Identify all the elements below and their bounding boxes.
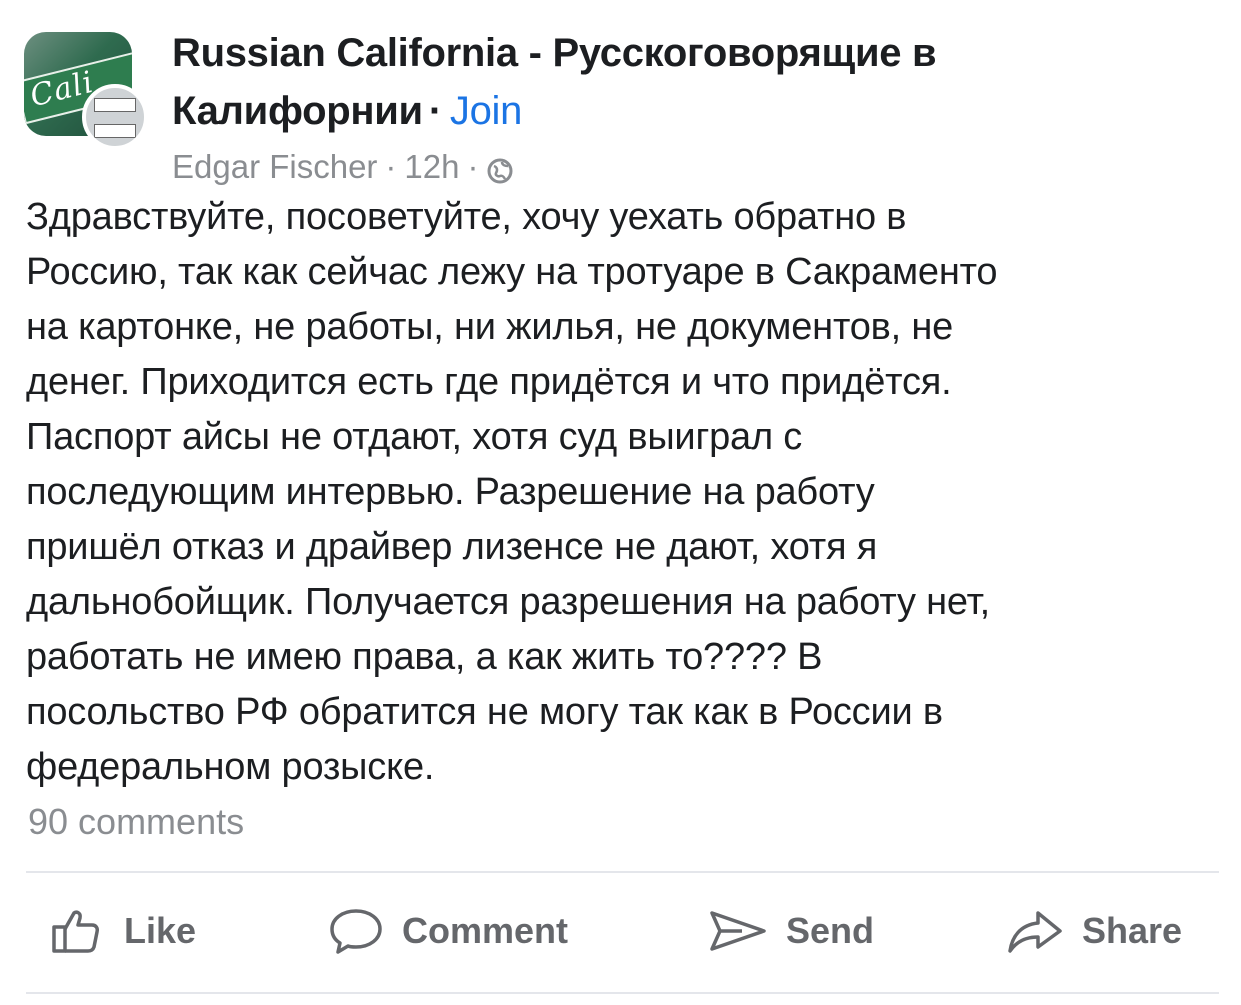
like-button[interactable]: Like (50, 895, 196, 967)
globe-icon (486, 153, 514, 184)
comment-bubble-icon (330, 909, 382, 954)
post-meta: Edgar Fischer · 12h · (172, 146, 514, 188)
group-avatar[interactable]: Cali (24, 32, 148, 150)
comment-label: Comment (402, 910, 569, 951)
post-body-text: Здравствуйте, посоветуйте, хочу уехать о… (26, 196, 998, 788)
group-name-link[interactable]: Russian California - Русскоговорящие в К… (172, 31, 937, 133)
share-arrow-icon (1008, 911, 1062, 953)
join-group-button[interactable]: Join (450, 89, 522, 133)
like-label: Like (124, 910, 197, 951)
send-label: Send (786, 910, 875, 951)
send-icon (710, 911, 766, 951)
author-avatar[interactable] (82, 84, 148, 150)
meta-separator-2: · (467, 148, 479, 185)
share-label: Share (1082, 910, 1183, 951)
thumbs-up-icon (52, 910, 99, 953)
send-button[interactable]: Send (708, 895, 874, 967)
comment-button[interactable]: Comment (328, 895, 568, 967)
facebook-post: Cali Russian California - Русскоговорящи… (0, 0, 1241, 1005)
header-separator: · (428, 89, 442, 133)
avatar-plate-bottom (94, 124, 136, 138)
divider-bottom (26, 992, 1219, 994)
author-name-link[interactable]: Edgar Fischer (172, 146, 377, 188)
divider (26, 871, 1219, 873)
post-header-title: Russian California - Русскоговорящие в К… (172, 24, 1212, 140)
meta-separator: · (385, 148, 397, 185)
comments-count-link[interactable]: 90 comments (28, 800, 244, 844)
avatar-plate-top (94, 98, 136, 112)
post-timestamp[interactable]: 12h (404, 146, 459, 188)
share-button[interactable]: Share (1006, 895, 1182, 967)
post-action-bar: Like Comment Send Share (0, 895, 1241, 967)
